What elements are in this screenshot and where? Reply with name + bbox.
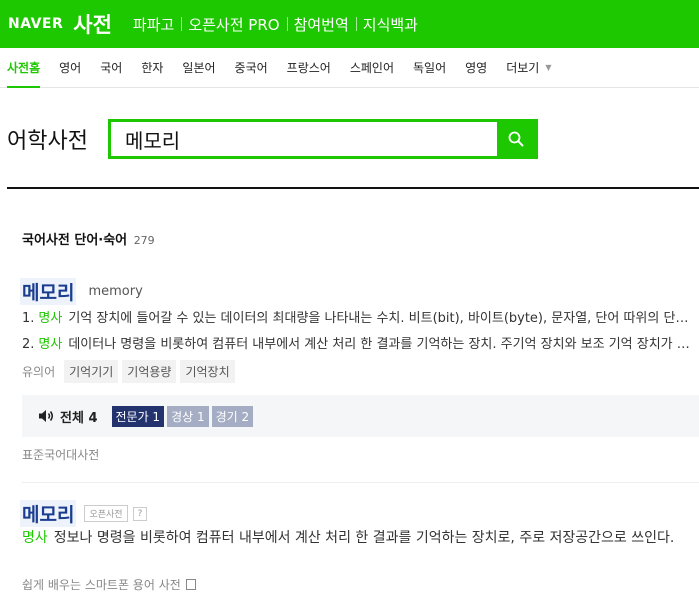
- synonyms-row: 유의어 기억기기 기억용량 기억장치: [22, 360, 239, 383]
- tab-more[interactable]: 더보기 ▼: [506, 48, 551, 88]
- tab-more-label: 더보기: [506, 61, 540, 75]
- pronunciation-badge-gyeongsang[interactable]: 경상 1: [167, 405, 209, 427]
- section-count: 279: [133, 234, 155, 247]
- search-title: 어학사전: [7, 129, 88, 154]
- synonym-link[interactable]: 기억장치: [180, 360, 235, 383]
- part-of-speech: 명사: [22, 530, 48, 546]
- dictionary-brand[interactable]: 사전: [73, 9, 112, 39]
- entry1-header: 메모리 memory: [20, 278, 143, 305]
- part-of-speech: 명사: [38, 311, 63, 326]
- tab-dictionary-home[interactable]: 사전홈: [7, 48, 41, 88]
- pronunciation-bar: 전체 4 전문가 1 경상 1 경기 2: [22, 395, 699, 437]
- entry2-source-link[interactable]: 쉽게 배우는 스마트폰 용어 사전: [22, 576, 181, 593]
- help-question-button[interactable]: ?: [132, 506, 148, 521]
- open-dictionary-tag: 오픈사전: [84, 505, 128, 522]
- entry2-definition: 명사 정보나 명령을 비롯하여 컴퓨터 내부에서 계산 처리 한 결과를 기억하는…: [22, 528, 694, 549]
- section-divider: [7, 187, 699, 189]
- search-input[interactable]: [111, 122, 497, 156]
- play-all-button[interactable]: 전체 4: [60, 407, 98, 426]
- definition-text: 정보나 명령을 비롯하여 컴퓨터 내부에서 계산 처리 한 결과를 기억하는 장…: [53, 530, 675, 546]
- language-tabs: 사전홈 영어 국어 한자 일본어 중국어 프랑스어 스페인어 독일어 영영 더보…: [0, 48, 699, 88]
- section-heading: 국어사전 단어·숙어 279: [22, 229, 155, 248]
- tab-german[interactable]: 독일어: [413, 48, 446, 88]
- top-header: NAVER 사전 파파고 오픈사전 PRO 참여번역 지식백과: [0, 0, 699, 48]
- pronunciation-badge-gyeonggi[interactable]: 경기 2: [211, 405, 254, 427]
- entry2-source: 쉽게 배우는 스마트폰 용어 사전: [22, 576, 196, 593]
- tab-hanja[interactable]: 한자: [141, 48, 163, 88]
- entry1-definition-1: 1. 명사 기억 장치에 들어갈 수 있는 데이터의 최대량을 나타내는 수치. 비…: [22, 307, 692, 326]
- tab-english-english[interactable]: 영영: [465, 48, 487, 88]
- speaker-icon[interactable]: [38, 409, 54, 423]
- definition-number: 2.: [22, 337, 35, 352]
- naver-logo[interactable]: NAVER: [8, 16, 63, 32]
- entry1-origin: memory: [88, 284, 143, 299]
- search-box: [108, 119, 538, 159]
- definition-number: 1.: [22, 311, 35, 326]
- search-button[interactable]: [497, 122, 535, 156]
- search-icon: [508, 131, 524, 147]
- entry1-word-link[interactable]: 메모리: [20, 278, 77, 305]
- tab-chinese[interactable]: 중국어: [235, 48, 268, 88]
- definition-text: 기억 장치에 들어갈 수 있는 데이터의 최대량을 나타내는 수치. 비트(bi…: [68, 311, 692, 326]
- nav-participatory-translation[interactable]: 참여번역: [286, 14, 356, 35]
- external-link-icon[interactable]: [185, 579, 196, 590]
- entry1-source-link[interactable]: 표준국어대사전: [22, 446, 99, 463]
- synonym-link[interactable]: 기억용량: [122, 360, 177, 383]
- tab-japanese[interactable]: 일본어: [182, 48, 215, 88]
- top-nav: 파파고 오픈사전 PRO 참여번역 지식백과: [126, 14, 425, 35]
- synonym-link[interactable]: 기억기기: [64, 360, 119, 383]
- tab-english[interactable]: 영어: [59, 48, 81, 88]
- entry-separator: [22, 482, 699, 483]
- part-of-speech: 명사: [38, 337, 63, 352]
- section-title: 국어사전 단어·숙어: [22, 233, 128, 248]
- tab-french[interactable]: 프랑스어: [287, 48, 331, 88]
- entry1-definition-2: 2. 명사 데이터나 명령을 비롯하여 컴퓨터 내부에서 계산 처리 한 결과를 기…: [22, 333, 692, 352]
- search-area: 어학사전: [0, 88, 699, 189]
- synonyms-label: 유의어: [22, 365, 56, 379]
- nav-papago[interactable]: 파파고: [126, 14, 181, 35]
- tab-spanish[interactable]: 스페인어: [350, 48, 394, 88]
- entry2-word-link[interactable]: 메모리: [20, 500, 77, 527]
- entry2-header: 메모리 오픈사전 ?: [20, 500, 148, 527]
- pronunciation-badge-expert[interactable]: 전문가 1: [111, 405, 165, 427]
- caret-down-icon: ▼: [545, 63, 552, 72]
- nav-knowledge-encyclopedia[interactable]: 지식백과: [355, 14, 425, 35]
- definition-text: 데이터나 명령을 비롯하여 컴퓨터 내부에서 계산 처리 한 결과를 기억하는 …: [68, 337, 692, 352]
- nav-open-dictionary-pro[interactable]: 오픈사전 PRO: [181, 14, 286, 35]
- tab-korean[interactable]: 국어: [100, 48, 122, 88]
